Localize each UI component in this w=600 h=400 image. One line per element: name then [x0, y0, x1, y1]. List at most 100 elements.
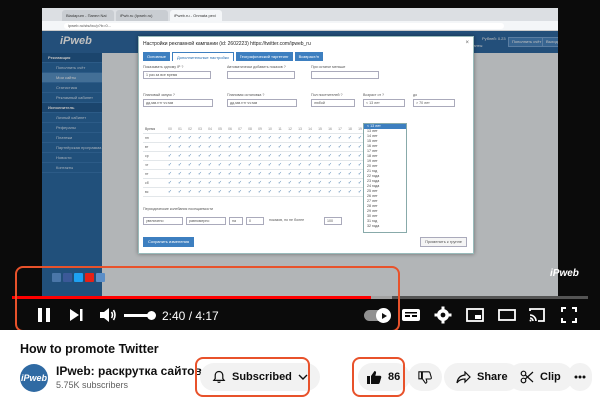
modal-tab: Дополнительные настройки	[171, 52, 234, 61]
grid-header-cell: 05	[218, 127, 222, 131]
channel-name[interactable]: IPweb: раскрутка сайтов...	[56, 364, 212, 378]
grid-checkbox: ✓	[247, 180, 253, 186]
grid-header-cell: 01	[178, 127, 182, 131]
modal-tab: Географический таргетинг	[235, 52, 293, 61]
grid-header-cell: 11	[278, 127, 282, 131]
grid-checkbox: ✓	[257, 153, 263, 159]
grid-header-cell: 02	[188, 127, 192, 131]
grid-checkbox: ✓	[307, 180, 313, 186]
grid-checkbox: ✓	[197, 153, 203, 159]
grid-checkbox: ✓	[337, 162, 343, 168]
settings-button[interactable]	[430, 305, 456, 325]
grid-day-label: сб	[145, 181, 149, 185]
grid-checkbox: ✓	[197, 189, 203, 195]
field-value: 1 раз за все время	[143, 71, 211, 79]
grid-checkbox: ✓	[327, 135, 333, 141]
grid-checkbox: ✓	[307, 135, 313, 141]
grid-header-cell: 00	[168, 127, 172, 131]
grid-checkbox: ✓	[287, 144, 293, 150]
clip-button[interactable]: Clip	[508, 363, 573, 391]
grid-checkbox: ✓	[307, 144, 313, 150]
dislike-button[interactable]	[408, 363, 442, 391]
grid-day-label: вт	[145, 145, 149, 149]
freq-field: увеличено	[143, 217, 183, 225]
freq-field: показов, но не более	[267, 217, 321, 225]
video-player[interactable]: Biadapum - Пaнeл Nai iPwb.ru (Ipweb.ru) …	[0, 0, 600, 330]
field-label: Плановый запуск ?	[143, 93, 175, 97]
grid-checkbox: ✓	[347, 135, 353, 141]
grid-checkbox: ✓	[217, 189, 223, 195]
freq-field: 100	[324, 217, 342, 225]
grid-checkbox: ✓	[297, 189, 303, 195]
grid-checkbox: ✓	[167, 189, 173, 195]
grid-checkbox: ✓	[217, 144, 223, 150]
grid-checkbox: ✓	[177, 162, 183, 168]
grid-checkbox: ✓	[187, 180, 193, 186]
freq-field: 0	[246, 217, 264, 225]
field-value: > 70 лет	[413, 99, 455, 107]
grid-checkbox: ✓	[247, 189, 253, 195]
channel-avatar[interactable]: iPweb	[20, 364, 48, 392]
subtitles-button[interactable]	[398, 305, 424, 325]
grid-checkbox: ✓	[207, 144, 213, 150]
age-option: 32 года	[367, 224, 380, 228]
freq-field: равномерно	[186, 217, 226, 225]
grid-checkbox: ✓	[297, 144, 303, 150]
more-actions-button[interactable]	[568, 363, 592, 391]
grid-header-cell: Время	[145, 127, 156, 131]
grid-checkbox: ✓	[297, 153, 303, 159]
grid-header-cell: 10	[268, 127, 272, 131]
grid-checkbox: ✓	[347, 171, 353, 177]
grid-checkbox: ✓	[237, 171, 243, 177]
grid-checkbox: ✓	[177, 171, 183, 177]
grid-checkbox: ✓	[267, 162, 273, 168]
fullscreen-button[interactable]	[556, 305, 582, 325]
highlight-box	[352, 357, 405, 397]
grid-checkbox: ✓	[317, 189, 323, 195]
grid-checkbox: ✓	[237, 153, 243, 159]
browser-tab: Biadapum - Пaнeл Nai	[62, 10, 114, 21]
grid-checkbox: ✓	[337, 180, 343, 186]
grid-checkbox: ✓	[227, 180, 233, 186]
miniplayer-icon	[466, 308, 484, 322]
grid-checkbox: ✓	[187, 189, 193, 195]
grid-checkbox: ✓	[217, 171, 223, 177]
cast-button[interactable]	[524, 305, 550, 325]
grid-checkbox: ✓	[307, 189, 313, 195]
grid-checkbox: ✓	[307, 171, 313, 177]
grid-checkbox: ✓	[167, 144, 173, 150]
grid-checkbox: ✓	[167, 180, 173, 186]
grid-checkbox: ✓	[177, 144, 183, 150]
modal-title: Настройки рекламной кампании (id: 260222…	[143, 41, 311, 47]
grid-day-label: вс	[145, 190, 149, 194]
age-dropdown: < 13 лет 13 лет 14 лет 15 лет 16 лет 17 лет 18…	[363, 123, 407, 233]
grid-checkbox: ✓	[277, 144, 283, 150]
subscriber-count: 5.75K subscribers	[56, 380, 129, 390]
grid-checkbox: ✓	[267, 180, 273, 186]
save-changes-button: Сохранить изменения	[143, 237, 195, 247]
grid-checkbox: ✓	[237, 144, 243, 150]
video-title: How to promote Twitter	[20, 342, 159, 356]
grid-checkbox: ✓	[237, 180, 243, 186]
grid-checkbox: ✓	[217, 135, 223, 141]
grid-header-cell: 04	[208, 127, 212, 131]
freq-field: на	[229, 217, 243, 225]
video-frame: Biadapum - Пaнeл Nai iPwb.ru (Ipweb.ru) …	[42, 8, 558, 296]
grid-checkbox: ✓	[277, 135, 283, 141]
theater-mode-button[interactable]	[494, 305, 520, 325]
grid-checkbox: ✓	[287, 153, 293, 159]
grid-checkbox: ✓	[257, 171, 263, 177]
close-icon: ×	[465, 40, 469, 46]
grid-checkbox: ✓	[347, 180, 353, 186]
grid-checkbox: ✓	[167, 162, 173, 168]
field-label: Пол посетителей ?	[311, 93, 343, 97]
grid-checkbox: ✓	[197, 162, 203, 168]
grid-checkbox: ✓	[237, 162, 243, 168]
channel-watermark[interactable]: iPweb	[550, 268, 590, 294]
grid-checkbox: ✓	[277, 153, 283, 159]
field-label: до	[413, 93, 418, 97]
miniplayer-button[interactable]	[462, 305, 488, 325]
grid-checkbox: ✓	[177, 153, 183, 159]
theater-icon	[498, 309, 516, 321]
grid-checkbox: ✓	[347, 189, 353, 195]
